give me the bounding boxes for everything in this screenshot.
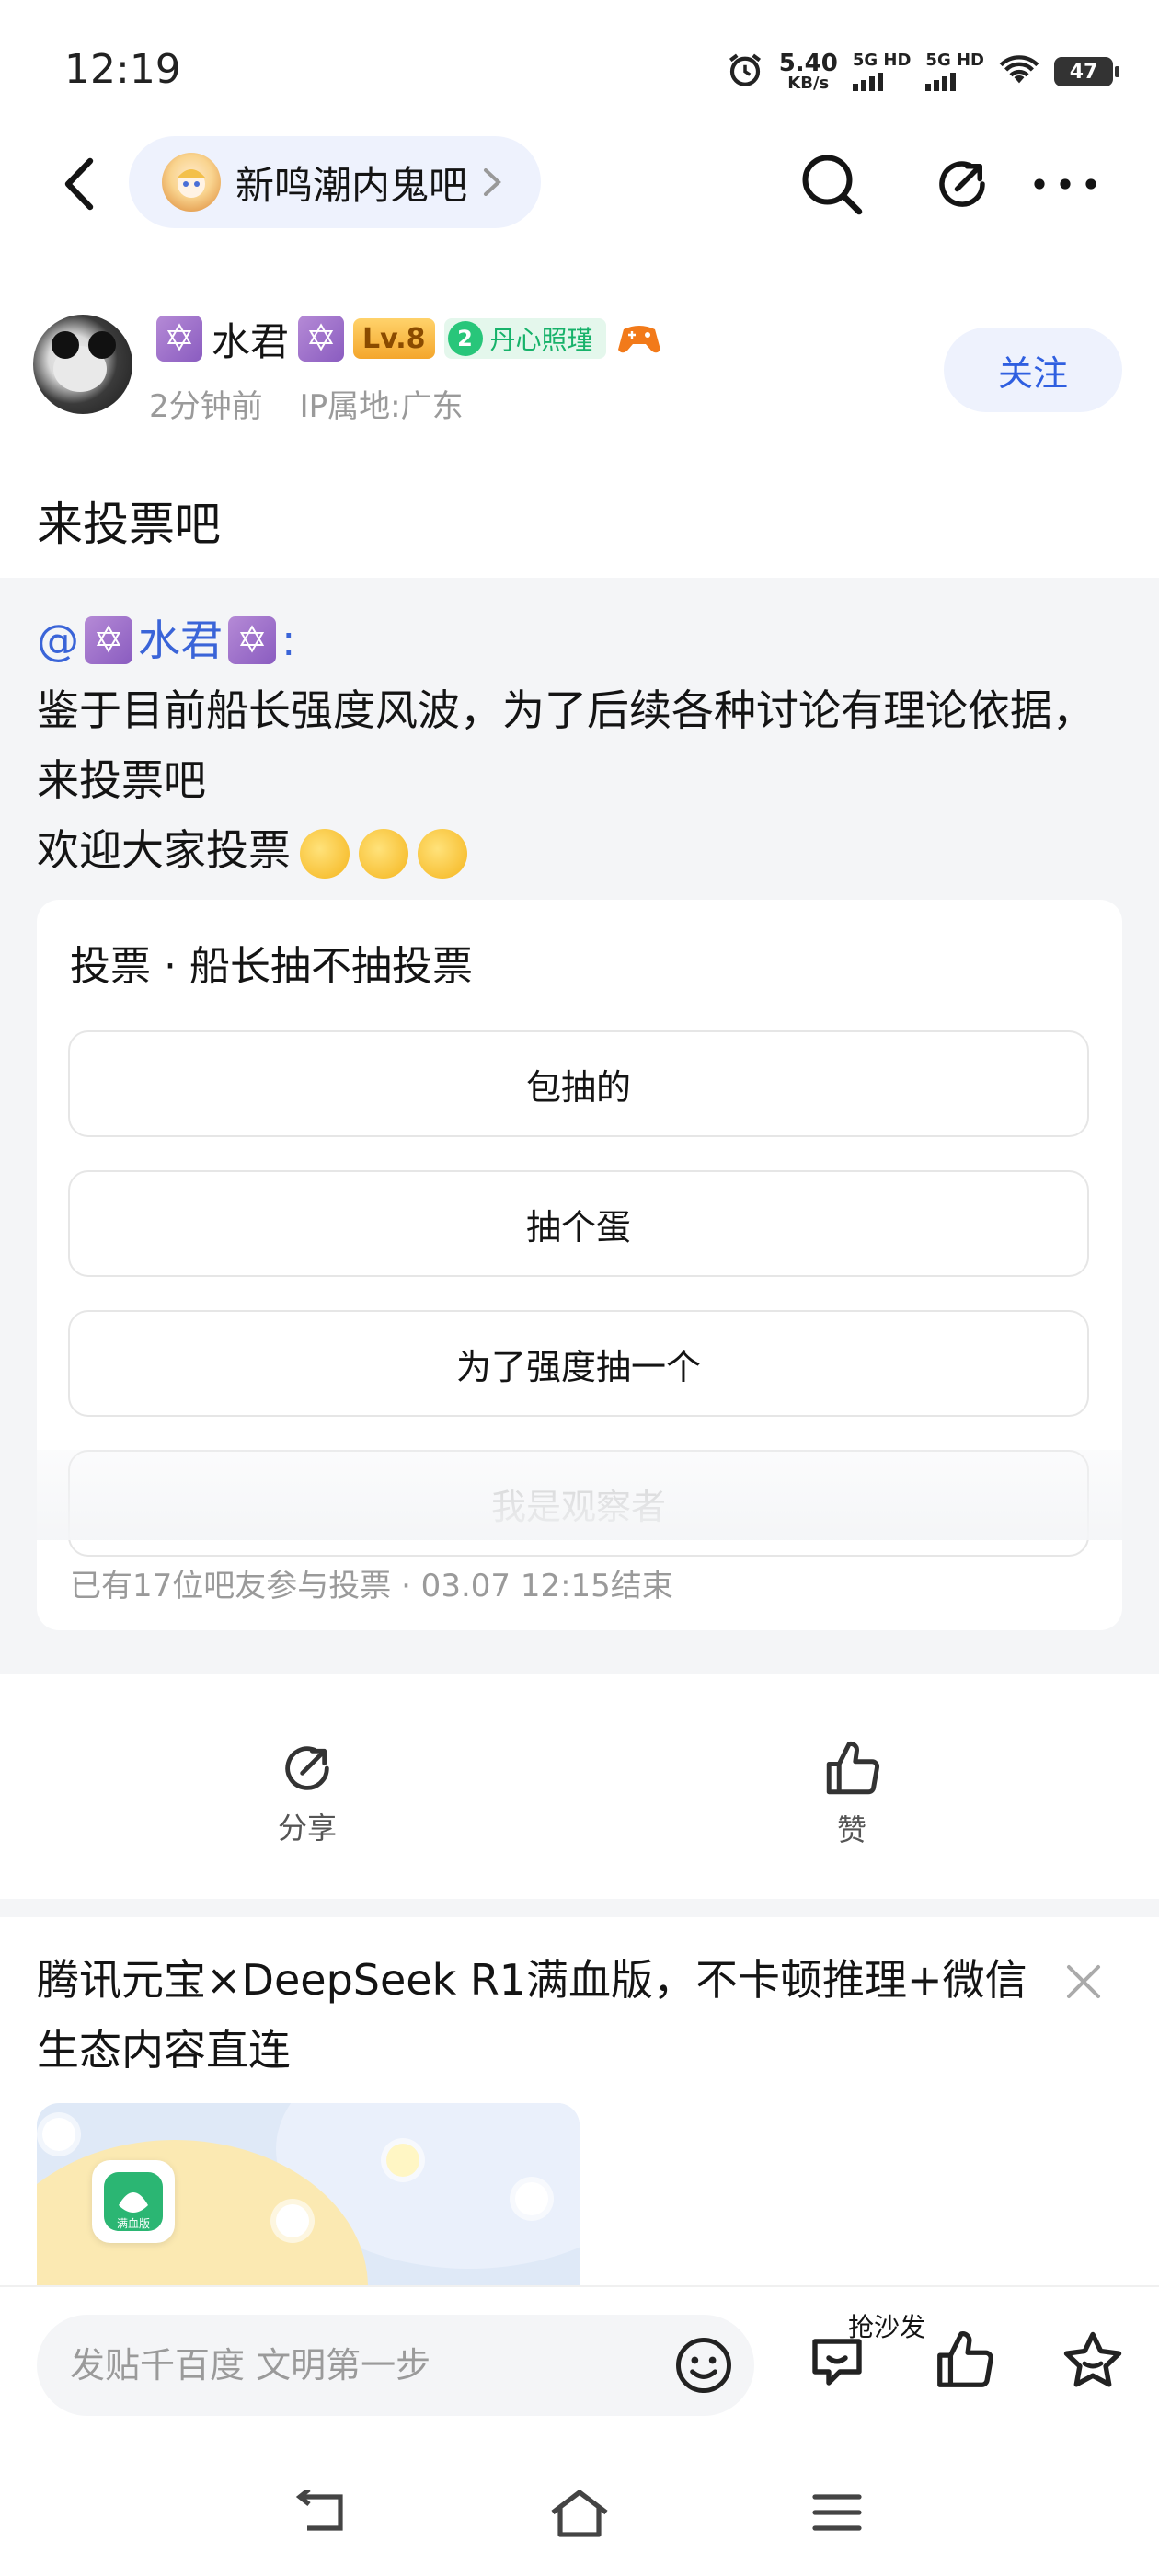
- repost-colon: :: [281, 615, 296, 665]
- honor-badge: 2 丹心照瑾: [443, 318, 606, 359]
- ip-location: IP属地:广东: [299, 388, 464, 425]
- app-logo-icon: 满血版: [92, 2160, 175, 2243]
- comment-input-wrapper[interactable]: [37, 2315, 754, 2416]
- repost-author-line[interactable]: @ ✡ 水君 ✡ :: [37, 605, 1131, 675]
- post-body-line2-row: 欢迎大家投票: [37, 815, 1131, 885]
- hexagram-icon: ✡: [156, 316, 202, 362]
- battery-icon: 47: [1054, 57, 1119, 86]
- status-time: 12:19: [64, 46, 181, 93]
- vote-card: 投票 · 船长抽不抽投票 包抽的 抽个蛋 为了强度抽一个 我是观察者 已有17位…: [37, 900, 1122, 1630]
- emoji-icon[interactable]: [673, 2335, 734, 2396]
- system-back-button[interactable]: [285, 2480, 359, 2545]
- sim2-signal: 5G HD: [925, 52, 984, 91]
- system-home-button[interactable]: [543, 2480, 616, 2545]
- like-button[interactable]: 赞: [787, 1739, 916, 1849]
- wifi-icon: [999, 53, 1039, 90]
- author-meta: 2分钟前 IP属地:广东: [149, 381, 464, 426]
- sofa-label: 抢沙发: [848, 2312, 926, 2342]
- vote-footer: 已有17位吧友参与投票 · 03.07 12:15结束: [70, 1568, 673, 1604]
- edit-share-button[interactable]: [924, 145, 1001, 223]
- post-body-line2: 欢迎大家投票: [37, 825, 291, 875]
- bottom-like-button[interactable]: [927, 2324, 1001, 2398]
- chevron-right-icon: [484, 168, 501, 196]
- return-icon: [295, 2490, 343, 2531]
- comment-input[interactable]: [70, 2315, 640, 2416]
- comment-bar: 抢沙发: [0, 2285, 1159, 2447]
- level-badge: Lv.8: [353, 318, 435, 359]
- ad-image[interactable]: 满血版: [37, 2103, 580, 2285]
- hexagram-icon: ✡: [228, 616, 276, 664]
- post-time: 2分钟前: [149, 388, 263, 425]
- net-speed-unit: KB/s: [787, 74, 830, 93]
- share-button[interactable]: 分享: [243, 1739, 372, 1847]
- vote-fade-overlay: [37, 1450, 1122, 1540]
- repost-author-name: 水君: [138, 615, 223, 665]
- thumbs-up-icon: [937, 2331, 993, 2387]
- clap-emoji-icon: [359, 828, 408, 879]
- clap-emoji-icon: [300, 828, 350, 879]
- vote-option[interactable]: 包抽的: [68, 1030, 1089, 1137]
- post-body-line1: 鉴于目前船长强度风波，为了后续各种讨论有理论依据，来投票吧: [37, 685, 1095, 805]
- home-icon: [551, 2490, 608, 2537]
- system-menu-button[interactable]: [800, 2480, 874, 2545]
- search-button[interactable]: [793, 145, 870, 223]
- ad-text: 腾讯元宝×DeepSeek R1满血版，不卡顿推理+微信生态内容直连: [37, 1955, 1027, 2075]
- repost-text: @ ✡ 水君 ✡ : 鉴于目前船长强度风波，为了后续各种讨论有理论依据，来投票吧…: [37, 605, 1131, 885]
- search-icon: [802, 155, 863, 215]
- clap-emoji-icon: [418, 828, 467, 879]
- author-line: ✡ 水君 ✡ Lv.8 2 丹心照瑾: [156, 313, 663, 364]
- author-avatar[interactable]: [33, 315, 132, 414]
- ad-card[interactable]: 腾讯元宝×DeepSeek R1满血版，不卡顿推理+微信生态内容直连 满血版: [0, 1917, 1159, 2285]
- vote-option[interactable]: 为了强度抽一个: [68, 1310, 1089, 1417]
- honor-title: 丹心照瑾: [489, 325, 593, 355]
- app-badge: 满血版: [117, 2217, 150, 2230]
- menu-icon: [812, 2494, 862, 2531]
- share-icon: [285, 1746, 329, 1790]
- hexagram-icon: ✡: [85, 616, 132, 664]
- sim1-signal: 5G HD: [852, 51, 912, 91]
- like-label: 赞: [836, 1812, 866, 1847]
- share-label: 分享: [277, 1811, 337, 1846]
- forum-name: 新鸣潮内鬼吧: [235, 162, 468, 208]
- vote-option[interactable]: 抽个蛋: [68, 1170, 1089, 1277]
- repost-block[interactable]: @ ✡ 水君 ✡ : 鉴于目前船长强度风波，为了后续各种讨论有理论依据，来投票吧…: [0, 578, 1159, 1674]
- thumbs-up-icon: [826, 1741, 879, 1795]
- star-icon: [1063, 2331, 1122, 2387]
- close-icon[interactable]: [1063, 1961, 1104, 2002]
- favorite-button[interactable]: [1056, 2324, 1130, 2398]
- alarm-icon: [726, 51, 764, 93]
- back-icon: [64, 157, 94, 211]
- action-bar: 分享 赞: [0, 1674, 1159, 1899]
- net-speed-value: 5.40: [778, 50, 838, 77]
- section-divider: [0, 1899, 1159, 1917]
- post-title: 来投票吧: [37, 498, 221, 551]
- sim2-label: 5G HD: [925, 51, 984, 70]
- share-icon: [939, 161, 985, 207]
- forum-chip[interactable]: 新鸣潮内鬼吧: [129, 136, 542, 228]
- status-bar: 12:19 5.40 KB/s 5G HD 5G HD 47: [0, 0, 1159, 129]
- net-speed: 5.40 KB/s: [779, 52, 838, 92]
- follow-button[interactable]: 关注: [944, 328, 1122, 412]
- hexagram-icon: ✡: [298, 316, 345, 362]
- more-icon: [1034, 178, 1096, 190]
- at-symbol: @: [37, 615, 79, 665]
- honor-level: 2: [447, 321, 483, 356]
- top-nav: 新鸣潮内鬼吧: [0, 129, 1159, 239]
- author-name[interactable]: 水君: [212, 311, 289, 367]
- back-button[interactable]: [46, 147, 110, 221]
- status-indicators: 5.40 KB/s 5G HD 5G HD 47: [726, 46, 1119, 98]
- more-button[interactable]: [1027, 145, 1104, 223]
- system-nav-bar: [0, 2447, 1159, 2576]
- sim1-label: 5G HD: [852, 51, 912, 70]
- vote-title: 投票 · 船长抽不抽投票: [70, 943, 473, 990]
- forum-avatar: [162, 153, 221, 212]
- game-controller-icon: [615, 318, 663, 359]
- author-row: ✡ 水君 ✡ Lv.8 2 丹心照瑾 2分钟前 IP属地:广东 关注: [0, 304, 1159, 442]
